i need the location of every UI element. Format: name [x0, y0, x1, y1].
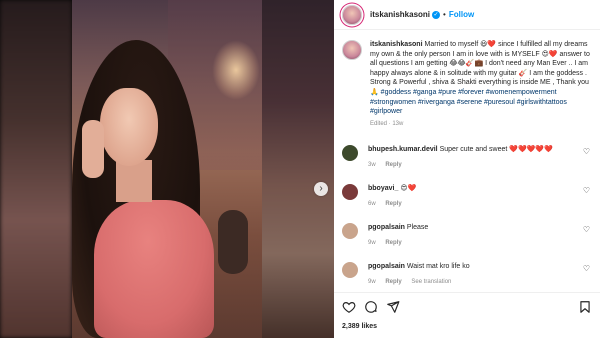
comment-time: 6w [368, 201, 376, 208]
post-photo [72, 0, 262, 338]
caption-text: Married to myself 😃❤️ since I fulfilled … [370, 41, 590, 96]
see-translation-link[interactable]: See translation [411, 279, 451, 285]
comment-time: 9w [368, 240, 376, 247]
caption-meta: Edited · 13w [370, 120, 404, 127]
list-item: pgopalsain Please 9w Reply ♡ [342, 223, 592, 248]
avatar[interactable] [342, 184, 358, 201]
reply-button[interactable]: Reply [385, 240, 401, 246]
comment-text: Waist mat kro life ko [406, 263, 470, 271]
avatar[interactable] [342, 262, 358, 279]
heart-icon[interactable]: ♡ [583, 225, 590, 234]
follow-button[interactable]: Follow [449, 10, 474, 19]
comment-time: 3w [368, 162, 376, 169]
list-item: bboyavi_ 😍❤️ 6w Reply ♡ [342, 184, 592, 209]
post-detail-panel: itskanishkasoni ✓ • Follow itskanishkaso… [334, 0, 600, 338]
comment-username[interactable]: bhupesh.kumar.devil [368, 146, 438, 153]
comment-time: 9w [368, 279, 376, 286]
comment-username[interactable]: pgopalsain [368, 224, 405, 231]
list-item: bhupesh.kumar.devil Super cute and sweet… [342, 145, 592, 170]
comment-username[interactable]: bboyavi_ [368, 185, 398, 192]
bookmark-icon[interactable] [578, 300, 592, 314]
heart-icon[interactable]: ♡ [583, 186, 590, 195]
caption-username[interactable]: itskanishkasoni [370, 41, 423, 48]
face-image [100, 88, 158, 166]
avatar[interactable] [342, 223, 358, 240]
caption-avatar[interactable] [342, 40, 362, 60]
share-icon[interactable] [386, 300, 400, 314]
post-actions: 2,389 likes [334, 292, 600, 338]
likes-count[interactable]: 2,389 likes [342, 323, 592, 330]
heart-icon[interactable]: ♡ [583, 147, 590, 156]
avatar[interactable] [342, 4, 362, 25]
dot-separator: • [443, 10, 446, 19]
heart-icon[interactable]: ♡ [583, 264, 590, 273]
comment-text: 😍❤️ [400, 185, 417, 193]
comments-list: bhupesh.kumar.devil Super cute and sweet… [334, 145, 600, 287]
comment-icon[interactable] [364, 300, 378, 314]
post-header: itskanishkasoni ✓ • Follow [334, 0, 600, 30]
comment-text: Please [406, 224, 429, 232]
reply-button[interactable]: Reply [385, 201, 401, 207]
header-username[interactable]: itskanishkasoni [370, 10, 430, 19]
reply-button[interactable]: Reply [385, 279, 401, 285]
verified-badge-icon: ✓ [432, 10, 441, 19]
heart-icon[interactable] [342, 300, 356, 314]
guitar-image [218, 210, 248, 274]
reply-button[interactable]: Reply [385, 162, 401, 168]
list-item: pgopalsain Waist mat kro life ko 9w Repl… [342, 262, 592, 287]
caption-hashtags[interactable]: #goddess #ganga #pure #forever #womenemp… [370, 89, 567, 115]
post-caption: itskanishkasoni Married to myself 😃❤️ si… [334, 30, 600, 129]
chevron-right-icon[interactable]: › [314, 182, 328, 196]
comment-text: Super cute and sweet ❤️❤️❤️❤️❤️ [439, 146, 553, 154]
avatar[interactable] [342, 145, 358, 162]
comment-username[interactable]: pgopalsain [368, 263, 405, 270]
